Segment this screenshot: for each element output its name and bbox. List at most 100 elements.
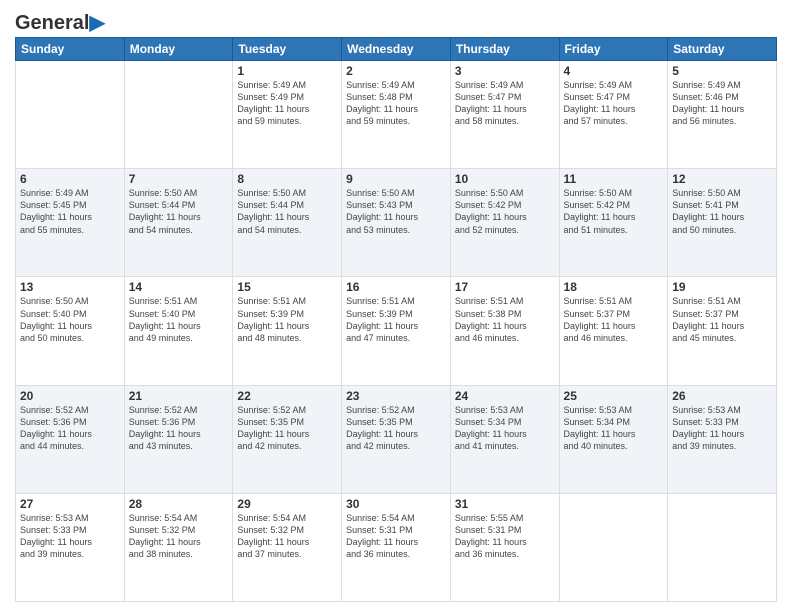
day-info: Sunrise: 5:53 AM Sunset: 5:34 PM Dayligh… xyxy=(564,404,664,453)
weekday-header-thursday: Thursday xyxy=(450,38,559,61)
day-info: Sunrise: 5:51 AM Sunset: 5:39 PM Dayligh… xyxy=(237,295,337,344)
day-info: Sunrise: 5:49 AM Sunset: 5:48 PM Dayligh… xyxy=(346,79,446,128)
calendar-cell: 2Sunrise: 5:49 AM Sunset: 5:48 PM Daylig… xyxy=(342,61,451,169)
page: General▶ SundayMondayTuesdayWednesdayThu… xyxy=(0,0,792,612)
day-info: Sunrise: 5:50 AM Sunset: 5:42 PM Dayligh… xyxy=(455,187,555,236)
calendar-cell: 11Sunrise: 5:50 AM Sunset: 5:42 PM Dayli… xyxy=(559,169,668,277)
calendar-week-row: 13Sunrise: 5:50 AM Sunset: 5:40 PM Dayli… xyxy=(16,277,777,385)
day-info: Sunrise: 5:49 AM Sunset: 5:49 PM Dayligh… xyxy=(237,79,337,128)
day-info: Sunrise: 5:50 AM Sunset: 5:42 PM Dayligh… xyxy=(564,187,664,236)
calendar-cell xyxy=(16,61,125,169)
weekday-header-wednesday: Wednesday xyxy=(342,38,451,61)
day-number: 16 xyxy=(346,280,446,294)
day-number: 30 xyxy=(346,497,446,511)
calendar-cell xyxy=(559,493,668,601)
day-info: Sunrise: 5:53 AM Sunset: 5:34 PM Dayligh… xyxy=(455,404,555,453)
day-info: Sunrise: 5:50 AM Sunset: 5:41 PM Dayligh… xyxy=(672,187,772,236)
day-info: Sunrise: 5:52 AM Sunset: 5:36 PM Dayligh… xyxy=(129,404,229,453)
day-number: 1 xyxy=(237,64,337,78)
calendar-cell: 22Sunrise: 5:52 AM Sunset: 5:35 PM Dayli… xyxy=(233,385,342,493)
day-number: 25 xyxy=(564,389,664,403)
day-number: 9 xyxy=(346,172,446,186)
day-number: 31 xyxy=(455,497,555,511)
calendar-cell: 15Sunrise: 5:51 AM Sunset: 5:39 PM Dayli… xyxy=(233,277,342,385)
calendar-cell: 7Sunrise: 5:50 AM Sunset: 5:44 PM Daylig… xyxy=(124,169,233,277)
calendar-cell: 6Sunrise: 5:49 AM Sunset: 5:45 PM Daylig… xyxy=(16,169,125,277)
logo-general: General▶ xyxy=(15,12,105,34)
day-info: Sunrise: 5:52 AM Sunset: 5:35 PM Dayligh… xyxy=(237,404,337,453)
weekday-header-friday: Friday xyxy=(559,38,668,61)
calendar-cell xyxy=(668,493,777,601)
day-number: 10 xyxy=(455,172,555,186)
calendar-cell: 21Sunrise: 5:52 AM Sunset: 5:36 PM Dayli… xyxy=(124,385,233,493)
calendar-cell xyxy=(124,61,233,169)
day-info: Sunrise: 5:51 AM Sunset: 5:38 PM Dayligh… xyxy=(455,295,555,344)
calendar-cell: 24Sunrise: 5:53 AM Sunset: 5:34 PM Dayli… xyxy=(450,385,559,493)
day-number: 2 xyxy=(346,64,446,78)
day-number: 17 xyxy=(455,280,555,294)
day-number: 23 xyxy=(346,389,446,403)
weekday-header-monday: Monday xyxy=(124,38,233,61)
day-number: 18 xyxy=(564,280,664,294)
day-info: Sunrise: 5:49 AM Sunset: 5:45 PM Dayligh… xyxy=(20,187,120,236)
day-number: 13 xyxy=(20,280,120,294)
calendar-cell: 16Sunrise: 5:51 AM Sunset: 5:39 PM Dayli… xyxy=(342,277,451,385)
calendar-week-row: 20Sunrise: 5:52 AM Sunset: 5:36 PM Dayli… xyxy=(16,385,777,493)
calendar-cell: 14Sunrise: 5:51 AM Sunset: 5:40 PM Dayli… xyxy=(124,277,233,385)
day-number: 4 xyxy=(564,64,664,78)
calendar-cell: 27Sunrise: 5:53 AM Sunset: 5:33 PM Dayli… xyxy=(16,493,125,601)
calendar-cell: 23Sunrise: 5:52 AM Sunset: 5:35 PM Dayli… xyxy=(342,385,451,493)
day-info: Sunrise: 5:54 AM Sunset: 5:31 PM Dayligh… xyxy=(346,512,446,561)
calendar-cell: 17Sunrise: 5:51 AM Sunset: 5:38 PM Dayli… xyxy=(450,277,559,385)
day-info: Sunrise: 5:52 AM Sunset: 5:35 PM Dayligh… xyxy=(346,404,446,453)
day-number: 7 xyxy=(129,172,229,186)
day-number: 22 xyxy=(237,389,337,403)
calendar-cell: 13Sunrise: 5:50 AM Sunset: 5:40 PM Dayli… xyxy=(16,277,125,385)
calendar-cell: 20Sunrise: 5:52 AM Sunset: 5:36 PM Dayli… xyxy=(16,385,125,493)
day-number: 26 xyxy=(672,389,772,403)
header: General▶ xyxy=(15,10,777,31)
day-number: 11 xyxy=(564,172,664,186)
weekday-header-sunday: Sunday xyxy=(16,38,125,61)
day-info: Sunrise: 5:55 AM Sunset: 5:31 PM Dayligh… xyxy=(455,512,555,561)
weekday-header-saturday: Saturday xyxy=(668,38,777,61)
calendar-cell: 18Sunrise: 5:51 AM Sunset: 5:37 PM Dayli… xyxy=(559,277,668,385)
day-number: 24 xyxy=(455,389,555,403)
calendar-cell: 31Sunrise: 5:55 AM Sunset: 5:31 PM Dayli… xyxy=(450,493,559,601)
calendar-table: SundayMondayTuesdayWednesdayThursdayFrid… xyxy=(15,37,777,602)
day-info: Sunrise: 5:53 AM Sunset: 5:33 PM Dayligh… xyxy=(672,404,772,453)
day-number: 29 xyxy=(237,497,337,511)
calendar-cell: 4Sunrise: 5:49 AM Sunset: 5:47 PM Daylig… xyxy=(559,61,668,169)
calendar-cell: 30Sunrise: 5:54 AM Sunset: 5:31 PM Dayli… xyxy=(342,493,451,601)
day-info: Sunrise: 5:54 AM Sunset: 5:32 PM Dayligh… xyxy=(237,512,337,561)
day-info: Sunrise: 5:51 AM Sunset: 5:39 PM Dayligh… xyxy=(346,295,446,344)
weekday-header-row: SundayMondayTuesdayWednesdayThursdayFrid… xyxy=(16,38,777,61)
calendar-cell: 12Sunrise: 5:50 AM Sunset: 5:41 PM Dayli… xyxy=(668,169,777,277)
day-info: Sunrise: 5:54 AM Sunset: 5:32 PM Dayligh… xyxy=(129,512,229,561)
calendar-week-row: 1Sunrise: 5:49 AM Sunset: 5:49 PM Daylig… xyxy=(16,61,777,169)
day-number: 14 xyxy=(129,280,229,294)
calendar-cell: 25Sunrise: 5:53 AM Sunset: 5:34 PM Dayli… xyxy=(559,385,668,493)
day-info: Sunrise: 5:51 AM Sunset: 5:37 PM Dayligh… xyxy=(564,295,664,344)
calendar-cell: 10Sunrise: 5:50 AM Sunset: 5:42 PM Dayli… xyxy=(450,169,559,277)
calendar-cell: 5Sunrise: 5:49 AM Sunset: 5:46 PM Daylig… xyxy=(668,61,777,169)
day-number: 28 xyxy=(129,497,229,511)
day-info: Sunrise: 5:50 AM Sunset: 5:40 PM Dayligh… xyxy=(20,295,120,344)
day-number: 21 xyxy=(129,389,229,403)
calendar-cell: 1Sunrise: 5:49 AM Sunset: 5:49 PM Daylig… xyxy=(233,61,342,169)
day-number: 8 xyxy=(237,172,337,186)
calendar-week-row: 27Sunrise: 5:53 AM Sunset: 5:33 PM Dayli… xyxy=(16,493,777,601)
calendar-cell: 28Sunrise: 5:54 AM Sunset: 5:32 PM Dayli… xyxy=(124,493,233,601)
calendar-cell: 29Sunrise: 5:54 AM Sunset: 5:32 PM Dayli… xyxy=(233,493,342,601)
day-number: 12 xyxy=(672,172,772,186)
day-info: Sunrise: 5:49 AM Sunset: 5:47 PM Dayligh… xyxy=(564,79,664,128)
day-number: 20 xyxy=(20,389,120,403)
day-number: 19 xyxy=(672,280,772,294)
day-info: Sunrise: 5:51 AM Sunset: 5:37 PM Dayligh… xyxy=(672,295,772,344)
day-info: Sunrise: 5:50 AM Sunset: 5:44 PM Dayligh… xyxy=(237,187,337,236)
day-number: 3 xyxy=(455,64,555,78)
day-info: Sunrise: 5:50 AM Sunset: 5:44 PM Dayligh… xyxy=(129,187,229,236)
day-info: Sunrise: 5:52 AM Sunset: 5:36 PM Dayligh… xyxy=(20,404,120,453)
logo: General▶ xyxy=(15,10,105,31)
calendar-cell: 9Sunrise: 5:50 AM Sunset: 5:43 PM Daylig… xyxy=(342,169,451,277)
